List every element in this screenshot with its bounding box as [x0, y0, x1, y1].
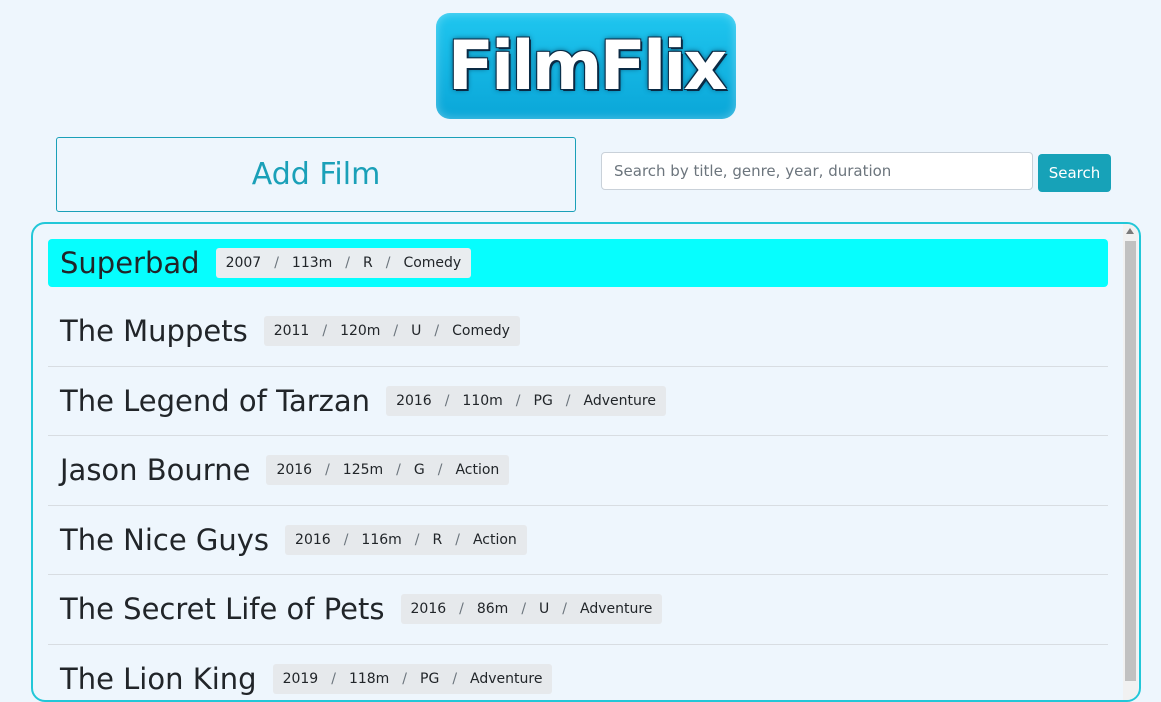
search-input[interactable]: [601, 152, 1033, 190]
scroll-up-arrow-icon[interactable]: [1126, 228, 1134, 234]
list-scrollbar[interactable]: [1123, 224, 1138, 700]
separator: /: [345, 255, 350, 271]
film-title: The Lion King: [60, 662, 257, 696]
separator: /: [393, 323, 398, 339]
film-title: Jason Bourne: [60, 453, 250, 487]
logo-text: FilmFlix: [448, 27, 725, 106]
film-genre: Action: [473, 532, 517, 548]
film-rating: PG: [534, 393, 553, 409]
film-list-item[interactable]: The Lion King 2019 / 118m / PG / Adventu…: [48, 645, 1108, 702]
scrollbar-thumb[interactable]: [1125, 241, 1136, 681]
film-year: 2016: [411, 601, 447, 617]
separator: /: [459, 601, 464, 617]
film-details-badge: 2016 / 116m / R / Action: [285, 525, 527, 555]
add-film-button[interactable]: Add Film: [56, 137, 576, 212]
film-duration: 86m: [477, 601, 508, 617]
film-rating: R: [432, 532, 442, 548]
film-details-badge: 2016 / 125m / G / Action: [266, 455, 509, 485]
film-details-badge: 2007 / 113m / R / Comedy: [216, 248, 472, 278]
separator: /: [325, 462, 330, 478]
film-genre: Adventure: [584, 393, 656, 409]
film-list-item[interactable]: The Nice Guys 2016 / 116m / R / Action: [48, 506, 1108, 576]
film-genre: Comedy: [452, 323, 510, 339]
separator: /: [452, 671, 457, 687]
film-year: 2007: [226, 255, 262, 271]
film-title: The Muppets: [60, 314, 248, 348]
film-list-panel: Superbad 2007 / 113m / R / Comedy The Mu…: [31, 222, 1141, 702]
search-button[interactable]: Search: [1038, 154, 1111, 192]
film-genre: Comedy: [403, 255, 461, 271]
separator: /: [562, 601, 567, 617]
filmflix-logo: FilmFlix: [436, 13, 736, 119]
separator: /: [455, 532, 460, 548]
separator: /: [438, 462, 443, 478]
film-title: The Nice Guys: [60, 523, 269, 557]
separator: /: [402, 671, 407, 687]
film-details-badge: 2016 / 86m / U / Adventure: [401, 594, 663, 624]
film-genre: Action: [455, 462, 499, 478]
separator: /: [445, 393, 450, 409]
film-rating: U: [539, 601, 549, 617]
film-duration: 125m: [343, 462, 383, 478]
film-duration: 113m: [292, 255, 332, 271]
film-year: 2016: [276, 462, 312, 478]
film-year: 2016: [396, 393, 432, 409]
film-rating: G: [414, 462, 425, 478]
separator: /: [434, 323, 439, 339]
separator: /: [521, 601, 526, 617]
film-duration: 120m: [340, 323, 380, 339]
film-details-badge: 2011 / 120m / U / Comedy: [264, 316, 520, 346]
film-duration: 110m: [462, 393, 502, 409]
film-rating: PG: [420, 671, 439, 687]
film-genre: Adventure: [580, 601, 652, 617]
separator: /: [331, 671, 336, 687]
film-list-item[interactable]: Superbad 2007 / 113m / R / Comedy: [48, 239, 1108, 287]
separator: /: [322, 323, 327, 339]
film-title: The Secret Life of Pets: [60, 592, 385, 626]
film-year: 2019: [283, 671, 319, 687]
separator: /: [386, 255, 391, 271]
film-list-item[interactable]: The Legend of Tarzan 2016 / 110m / PG / …: [48, 367, 1108, 437]
separator: /: [415, 532, 420, 548]
film-duration: 118m: [349, 671, 389, 687]
separator: /: [396, 462, 401, 478]
separator: /: [516, 393, 521, 409]
separator: /: [274, 255, 279, 271]
film-title: The Legend of Tarzan: [60, 384, 370, 418]
film-details-badge: 2016 / 110m / PG / Adventure: [386, 386, 666, 416]
film-year: 2011: [274, 323, 310, 339]
film-title: Superbad: [60, 246, 200, 280]
film-rating: R: [363, 255, 373, 271]
film-list: Superbad 2007 / 113m / R / Comedy The Mu…: [48, 239, 1108, 702]
separator: /: [344, 532, 349, 548]
film-list-item[interactable]: Jason Bourne 2016 / 125m / G / Action: [48, 436, 1108, 506]
film-duration: 116m: [361, 532, 401, 548]
film-list-item[interactable]: The Secret Life of Pets 2016 / 86m / U /…: [48, 575, 1108, 645]
film-details-badge: 2019 / 118m / PG / Adventure: [273, 664, 553, 694]
film-genre: Adventure: [470, 671, 542, 687]
film-list-item[interactable]: The Muppets 2011 / 120m / U / Comedy: [48, 297, 1108, 367]
film-year: 2016: [295, 532, 331, 548]
separator: /: [566, 393, 571, 409]
film-rating: U: [411, 323, 421, 339]
